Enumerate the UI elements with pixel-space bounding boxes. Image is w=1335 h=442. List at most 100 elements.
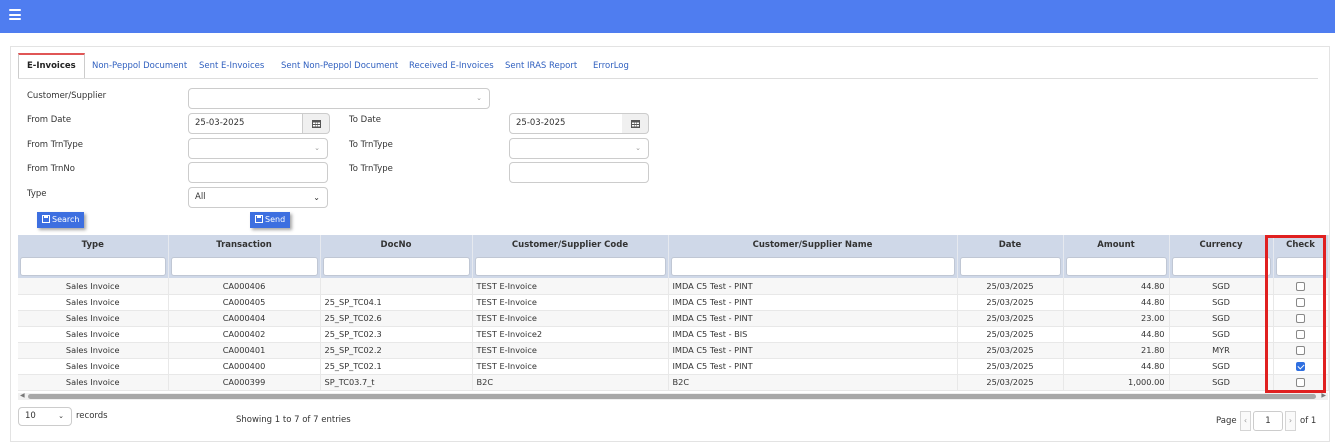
type-select[interactable]: All ⌄ — [188, 187, 328, 208]
filter-input-check[interactable] — [1275, 256, 1326, 276]
cell-date: 25/03/2025 — [957, 294, 1064, 311]
menu-icon[interactable] — [9, 9, 21, 20]
cell-name: IMDA C5 Test - BIS — [668, 326, 958, 343]
table-row[interactable]: Sales Invoice CA000402 25_SP_TC02.3 TEST E-… — [18, 326, 1329, 343]
col-header-name[interactable]: Customer/Supplier Name — [668, 235, 958, 254]
page-size-select[interactable]: 10 ⌄ — [18, 407, 72, 426]
tab-sent-iras-report[interactable]: Sent IRAS Report — [505, 53, 577, 79]
filter-input-transaction[interactable] — [170, 256, 318, 276]
cell-docno: 25_SP_TC02.3 — [320, 326, 473, 343]
cell-code: TEST E-Invoice — [472, 294, 669, 311]
col-header-code[interactable]: Customer/Supplier Code — [472, 235, 669, 254]
cell-date: 25/03/2025 — [957, 310, 1064, 327]
filter-cell — [957, 254, 1064, 278]
cell-code: TEST E-Invoice2 — [472, 326, 669, 343]
to-date-input[interactable]: 25-03-2025 — [509, 113, 623, 134]
row-checkbox[interactable] — [1296, 298, 1305, 307]
cell-code: TEST E-Invoice — [472, 310, 669, 327]
row-checkbox[interactable] — [1296, 346, 1305, 355]
entries-summary: Showing 1 to 7 of 7 entries — [236, 415, 351, 425]
cell-type: Sales Invoice — [18, 358, 169, 375]
scroll-left-icon[interactable]: ◀ — [20, 392, 25, 399]
col-header-transaction[interactable]: Transaction — [168, 235, 321, 254]
table-row[interactable]: Sales Invoice CA000406 TEST E-Invoice IMDA … — [18, 278, 1329, 295]
table-row[interactable]: Sales Invoice CA000401 25_SP_TC02.2 TEST E-… — [18, 342, 1329, 359]
search-button[interactable]: Search — [37, 212, 85, 228]
to-trnno-input[interactable] — [509, 162, 649, 183]
filter-input-docno[interactable] — [322, 256, 470, 276]
tab-received-e-invoices[interactable]: Received E-Invoices — [409, 53, 494, 79]
cell-date: 25/03/2025 — [957, 342, 1064, 359]
page-number-input[interactable]: 1 — [1253, 411, 1283, 431]
send-button[interactable]: Send — [250, 212, 291, 228]
table-row[interactable]: Sales Invoice CA000404 25_SP_TC02.6 TEST E-… — [18, 310, 1329, 327]
tab-e-invoices[interactable]: E-Invoices — [18, 53, 85, 79]
tab-errorlog[interactable]: ErrorLog — [593, 53, 629, 79]
cell-docno: 25_SP_TC04.1 — [320, 294, 473, 311]
customer-supplier-label: Customer/Supplier — [27, 91, 107, 101]
tab-sent-e-invoices[interactable]: Sent E-Invoices — [199, 53, 264, 79]
col-header-amount[interactable]: Amount — [1063, 235, 1170, 254]
col-header-currency[interactable]: Currency — [1169, 235, 1274, 254]
prev-page-button[interactable]: ‹ — [1240, 411, 1251, 431]
cell-name: IMDA C5 Test - PINT — [668, 358, 958, 375]
horizontal-scrollbar[interactable]: ◀ ▶ — [18, 392, 1328, 400]
table-row[interactable]: Sales Invoice CA000399 SP_TC03.7_t B2C B2C 25… — [18, 374, 1329, 391]
to-trntype-label: To TrnType — [349, 140, 393, 150]
filter-input-amount[interactable] — [1065, 256, 1167, 276]
cell-date: 25/03/2025 — [957, 358, 1064, 375]
filter-input-code[interactable] — [474, 256, 666, 276]
scroll-right-icon[interactable]: ▶ — [1321, 392, 1326, 399]
col-header-docno[interactable]: DocNo — [320, 235, 473, 254]
filter-cell — [320, 254, 473, 278]
filter-input-type[interactable] — [20, 256, 166, 276]
filter-cell — [1273, 254, 1329, 278]
tab-sent-non-peppol-document[interactable]: Sent Non-Peppol Document — [281, 53, 398, 79]
scrollbar-thumb[interactable] — [28, 394, 1316, 399]
cell-docno: 25_SP_TC02.6 — [320, 310, 473, 327]
tab-non-peppol-document[interactable]: Non-Peppol Document — [92, 53, 187, 79]
col-header-date[interactable]: Date — [957, 235, 1064, 254]
col-header-type[interactable]: Type — [18, 235, 169, 254]
cell-check — [1273, 358, 1329, 375]
filter-input-name[interactable] — [670, 256, 955, 276]
cell-currency: SGD — [1169, 278, 1274, 295]
cell-amount: 23.00 — [1063, 310, 1170, 327]
save-icon — [42, 215, 50, 223]
filter-cell — [1063, 254, 1170, 278]
page-total: of 1 — [1300, 416, 1317, 426]
from-date-input[interactable]: 25-03-2025 — [188, 113, 303, 134]
from-trntype-select[interactable]: ⌄ — [188, 138, 328, 159]
cell-type: Sales Invoice — [18, 278, 169, 295]
row-checkbox[interactable] — [1296, 362, 1305, 371]
e-invoice-table: Type Transaction DocNo Customer/Supplier… — [18, 235, 1329, 391]
filter-input-currency[interactable] — [1171, 256, 1271, 276]
from-date-label: From Date — [27, 115, 72, 125]
cell-currency: SGD — [1169, 326, 1274, 343]
row-checkbox[interactable] — [1296, 330, 1305, 339]
cell-transaction: CA000406 — [168, 278, 321, 295]
cell-transaction: CA000405 — [168, 294, 321, 311]
customer-supplier-select[interactable]: ⌄ — [188, 88, 490, 109]
row-checkbox[interactable] — [1296, 378, 1305, 387]
to-trntype-select[interactable]: ⌄ — [509, 138, 649, 159]
chevron-down-icon: ⌄ — [314, 144, 320, 152]
filter-input-date[interactable] — [959, 256, 1061, 276]
cell-docno: 25_SP_TC02.2 — [320, 342, 473, 359]
row-checkbox[interactable] — [1296, 281, 1305, 291]
cell-transaction: CA000402 — [168, 326, 321, 343]
from-trnno-input[interactable] — [188, 162, 328, 183]
calendar-icon[interactable] — [303, 113, 330, 134]
calendar-icon[interactable] — [622, 113, 649, 134]
cell-code: TEST E-Invoice — [472, 342, 669, 359]
cell-date: 25/03/2025 — [957, 374, 1064, 391]
col-header-check[interactable]: Check — [1273, 235, 1329, 254]
type-label: Type — [27, 189, 47, 199]
next-page-button[interactable]: › — [1285, 411, 1296, 431]
chevron-down-icon: ⌄ — [313, 193, 320, 202]
row-checkbox[interactable] — [1296, 314, 1305, 323]
cell-currency: SGD — [1169, 374, 1274, 391]
table-row[interactable]: Sales Invoice CA000405 25_SP_TC04.1 TEST E-… — [18, 294, 1329, 311]
table-row[interactable]: Sales Invoice CA000400 25_SP_TC02.1 TEST E-… — [18, 358, 1329, 375]
cell-check — [1273, 294, 1329, 311]
